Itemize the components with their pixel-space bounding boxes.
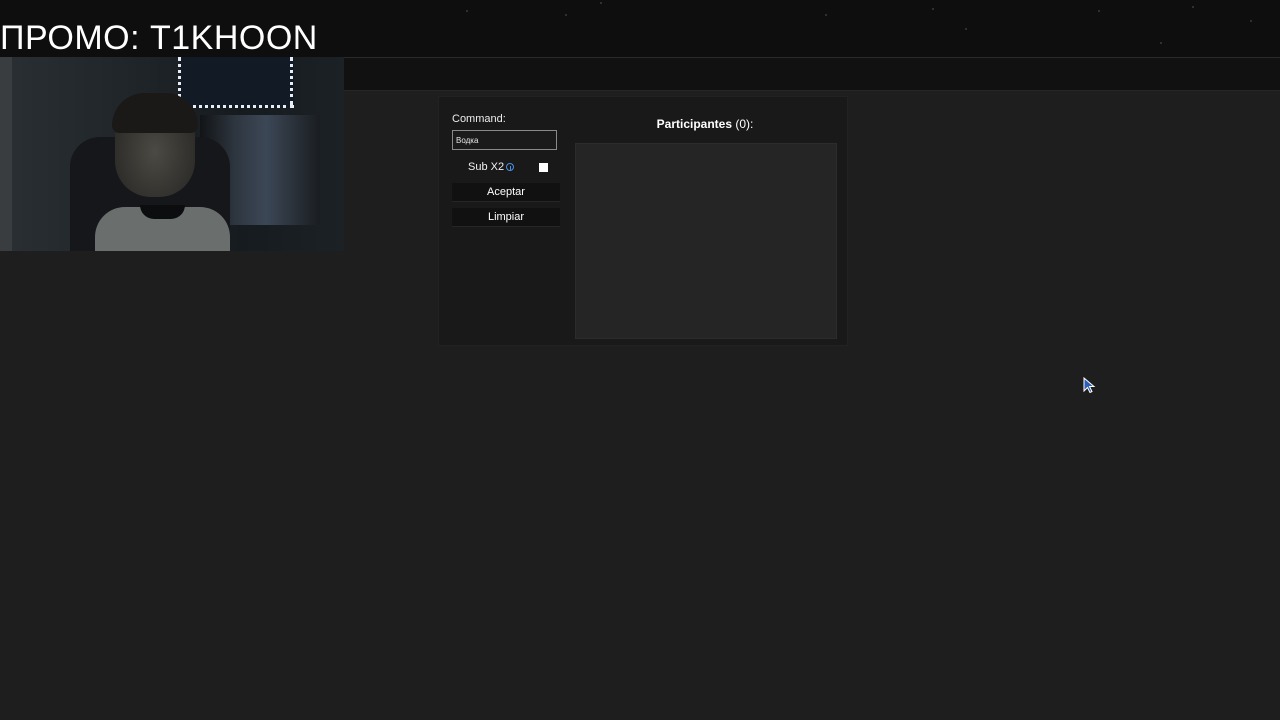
sub-x2-label: Sub X2	[468, 161, 505, 173]
participants-label: Participantes	[656, 117, 733, 131]
sub-x2-checkbox[interactable]	[539, 163, 548, 172]
page-root: ПРОМО: T1KHOON Command: Sub X2 Aceptar L…	[0, 0, 1280, 720]
accept-button[interactable]: Aceptar	[452, 183, 560, 202]
info-icon[interactable]	[506, 163, 514, 171]
giveaway-panel: Command: Sub X2 Aceptar Limpiar Particip…	[438, 96, 848, 346]
sub-x2-row: Sub X2	[452, 161, 560, 175]
mouse-cursor-icon	[1083, 377, 1096, 393]
promo-text: ПРОМО: T1KHOON	[0, 19, 318, 57]
clear-button[interactable]: Limpiar	[452, 208, 560, 227]
command-input[interactable]	[452, 130, 557, 150]
webcam-overlay	[0, 57, 344, 251]
participants-count: (0):	[735, 117, 754, 131]
command-label: Command:	[452, 113, 506, 125]
participants-title: Participantes (0):	[575, 117, 835, 131]
participants-list[interactable]	[575, 143, 837, 339]
